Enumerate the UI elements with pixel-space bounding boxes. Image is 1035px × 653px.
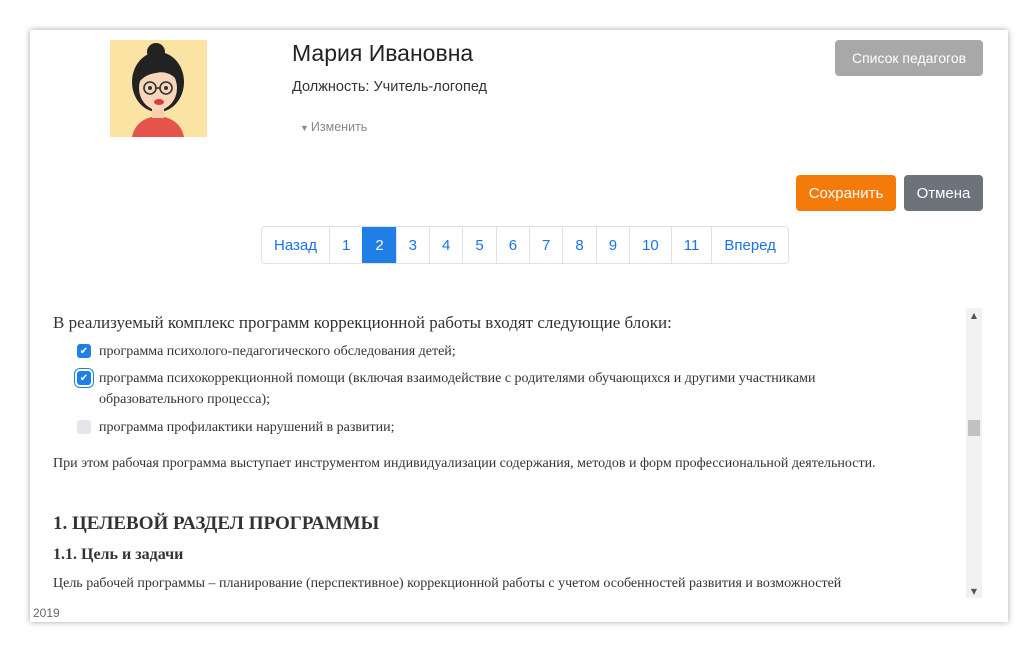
- page-3[interactable]: 3: [395, 227, 429, 263]
- page-8[interactable]: 8: [562, 227, 595, 263]
- profile-card: Мария Ивановна Должность: Учитель-логопе…: [30, 30, 1008, 622]
- avatar-image: [110, 40, 207, 137]
- page-4[interactable]: 4: [429, 227, 462, 263]
- position-label: Должность:: [292, 79, 370, 95]
- avatar: [110, 40, 207, 137]
- scroll-up-icon[interactable]: ▲: [966, 308, 982, 322]
- content-scrollbar[interactable]: ▲ ▼: [966, 308, 982, 598]
- checklist-item-label: программа профилактики нарушений в разви…: [99, 420, 395, 435]
- scroll-down-icon[interactable]: ▼: [966, 584, 982, 598]
- caret-down-icon: ▼: [300, 123, 309, 133]
- teacher-name: Мария Ивановна: [292, 40, 474, 66]
- page-9[interactable]: 9: [595, 227, 629, 263]
- paragraph-text: Цель рабочей программы – планирование (п…: [53, 576, 842, 591]
- page-7[interactable]: 7: [529, 227, 562, 263]
- checkbox-checked[interactable]: ✔: [77, 344, 91, 358]
- scrollbar-thumb[interactable]: [968, 420, 980, 436]
- program-content: В реализуемый комплекс программ коррекци…: [30, 308, 966, 598]
- position-value: Учитель-логопед: [373, 79, 488, 95]
- teacher-position: Должность: Учитель-логопед: [292, 79, 487, 95]
- page-5[interactable]: 5: [462, 227, 495, 263]
- page-10[interactable]: 10: [629, 227, 671, 263]
- checklist-item: программа профилактики нарушений в разви…: [77, 417, 879, 438]
- cancel-button[interactable]: Отмена: [904, 175, 983, 211]
- checklist-item: ✔ программа психокоррекционной помощи (в…: [77, 368, 879, 410]
- check-icon: ✔: [79, 372, 89, 384]
- teachers-list-button[interactable]: Список педагогов: [835, 40, 983, 76]
- note-text: При этом рабочая программа выступает инс…: [53, 456, 876, 471]
- checklist-item-label: программа психолого-педагогического обсл…: [99, 344, 456, 359]
- page-11[interactable]: 11: [670, 227, 712, 263]
- checklist-item: ✔ программа психолого-педагогического об…: [77, 341, 879, 362]
- checkbox-checked[interactable]: ✔: [77, 371, 91, 385]
- intro-text: В реализуемый комплекс программ коррекци…: [53, 313, 672, 332]
- section-title: 1. ЦЕЛЕВОЙ РАЗДЕЛ ПРОГРАММЫ: [53, 513, 380, 534]
- page-2-current[interactable]: 2: [362, 227, 396, 263]
- pagination-prev[interactable]: Назад: [262, 227, 329, 263]
- change-link-label: Изменить: [310, 120, 368, 134]
- page-6[interactable]: 6: [495, 227, 529, 263]
- pagination-next[interactable]: Вперед: [711, 227, 788, 263]
- checklist-item-label: программа психокоррекционной помощи (вкл…: [99, 371, 816, 407]
- change-link[interactable]: ▼ Изменить: [300, 120, 367, 134]
- page-1[interactable]: 1: [328, 227, 362, 263]
- save-button[interactable]: Сохранить: [796, 175, 896, 211]
- check-icon: ✔: [79, 345, 89, 357]
- subsection-title: 1.1. Цель и задачи: [53, 546, 184, 563]
- pagination: Назад 1 2 3 4 5 6 7 8 9 10 11 Вперед: [261, 226, 789, 264]
- footer-year: 2019: [33, 606, 60, 620]
- checkbox-unchecked[interactable]: [77, 420, 91, 434]
